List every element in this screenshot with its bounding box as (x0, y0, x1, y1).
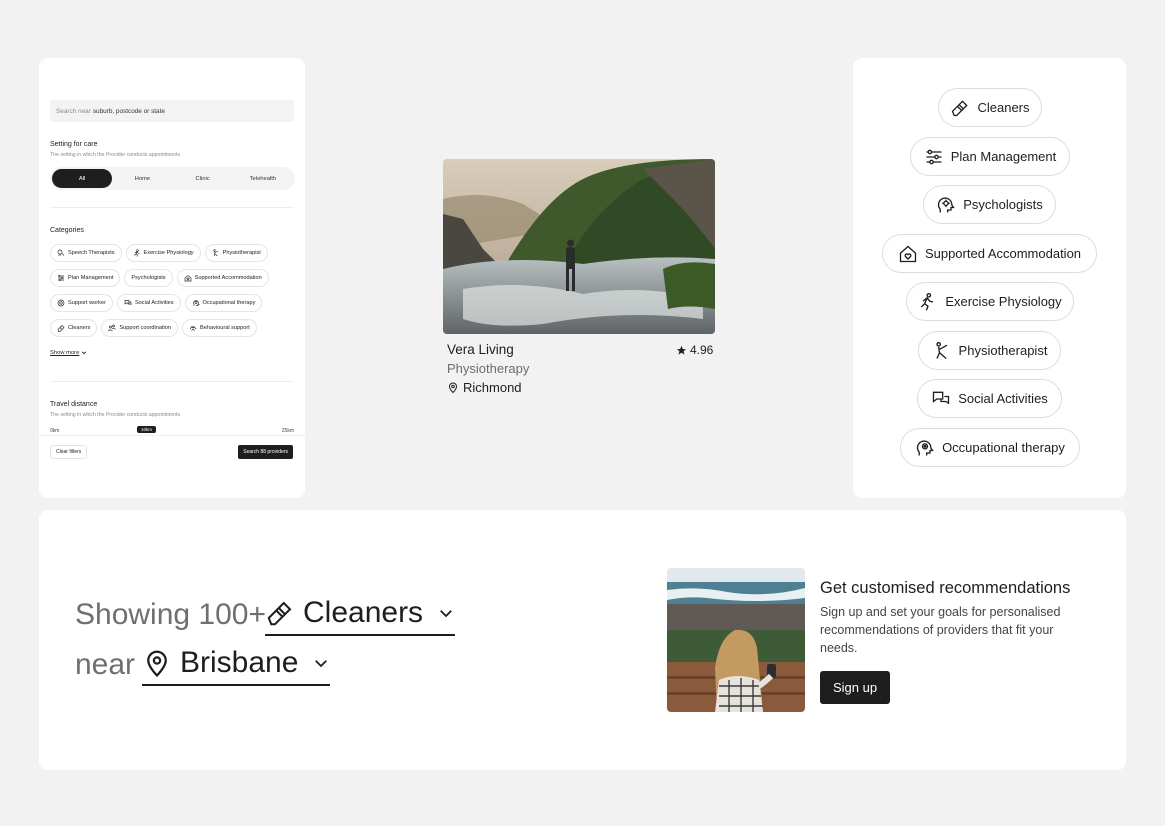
running-person-icon (921, 292, 934, 311)
eraser-icon (267, 601, 292, 626)
chat-bubbles-icon (124, 300, 132, 306)
setting-option-telehealth[interactable]: Telehealth (233, 169, 293, 188)
chip-physiotherapist[interactable]: Physiotherapist (204, 244, 268, 262)
pill-occupational-therapy[interactable]: Occupational therapy (900, 428, 1080, 467)
chip-behavioural-support[interactable]: Behavioural support (182, 319, 257, 337)
location-pin-icon (147, 650, 167, 678)
search-placeholder: Search near (56, 107, 91, 115)
running-person-icon (133, 249, 140, 257)
search-providers-button[interactable]: Search 88 providers (238, 445, 293, 459)
beach-photo (667, 568, 805, 712)
provider-rating: 4.96 (676, 343, 713, 357)
chip-speech-therapists[interactable]: Speech Therapists (50, 244, 122, 262)
promo-body: Sign up and set your goals for personali… (820, 605, 1061, 655)
setting-segmented-control: All Home Clinic Telehealth (50, 167, 295, 190)
people-icon (108, 324, 117, 332)
pill-supported-accommodation[interactable]: Supported Accommodation (882, 234, 1097, 273)
house-heart-icon (899, 245, 917, 262)
promo-title: Get customised recommendations (820, 579, 1071, 597)
near-text: near (75, 648, 136, 681)
chip-supported-accommodation[interactable]: Supported Accommodation (176, 269, 269, 287)
filter-footer: Clear filters Search 88 providers (39, 435, 305, 465)
setting-subtitle: The setting in which the Provider conduc… (50, 152, 181, 158)
location-pin-icon (448, 382, 458, 394)
pill-exercise-physiology[interactable]: Exercise Physiology (906, 282, 1074, 321)
chevron-down-icon (315, 660, 328, 668)
chip-cleaners[interactable]: Cleaners (50, 319, 98, 337)
distance-max-label: 25km (281, 428, 294, 434)
sign-up-button[interactable]: Sign up (820, 671, 891, 704)
clear-filters-button[interactable]: Clear filters (50, 445, 88, 459)
categories-title: Categories (50, 227, 84, 234)
divider (50, 381, 294, 382)
landscape-photo (443, 159, 715, 334)
provider-type: Physiotherapy (447, 361, 530, 376)
promo-photo (667, 568, 805, 712)
pill-psychologists[interactable]: Psychologists (923, 185, 1056, 224)
provider-name[interactable]: Vera Living (447, 342, 514, 357)
head-gear-icon (938, 196, 955, 212)
sliders-icon (926, 149, 942, 164)
search-hint: suburb, postcode or state (92, 107, 165, 115)
chat-bubbles-icon (933, 391, 950, 404)
showing-count-text: Showing 100+ (75, 598, 266, 631)
filter-panel: Search near suburb, postcode or state Se… (39, 58, 305, 498)
chevron-down-icon (440, 610, 452, 618)
setting-title: Setting for care (50, 141, 98, 148)
chip-social-activities[interactable]: Social Activities (116, 294, 181, 312)
star-icon (676, 345, 687, 355)
chip-support-worker[interactable]: Support worker (50, 294, 113, 312)
eraser-icon (57, 325, 65, 332)
head-brain-icon (916, 439, 934, 455)
chip-support-coordination[interactable]: Support coordination (101, 319, 179, 337)
chip-psychologists[interactable]: Psychologists (124, 269, 173, 287)
location-dropdown[interactable]: Brisbane (142, 646, 331, 686)
results-banner: Showing 100+ Cleaners near Brisbane Get (39, 510, 1126, 770)
pill-cleaners[interactable]: Cleaners (938, 88, 1042, 127)
hands-icon (189, 326, 197, 331)
speech-icon (57, 249, 65, 256)
head-brain-icon (192, 300, 200, 306)
support-icon (57, 299, 65, 307)
distance-title: Travel distance (50, 401, 98, 408)
distance-subtitle: The setting in which the Provider conduc… (50, 412, 181, 418)
eraser-icon (952, 99, 969, 116)
provider-location: Richmond (447, 380, 522, 395)
setting-option-home[interactable]: Home (112, 169, 172, 188)
pill-social-activities[interactable]: Social Activities (917, 379, 1062, 418)
house-heart-icon (184, 275, 191, 282)
pill-physiotherapist[interactable]: Physiotherapist (918, 331, 1061, 370)
pill-plan-management[interactable]: Plan Management (910, 137, 1070, 176)
search-input[interactable]: Search near suburb, postcode or state (50, 100, 294, 122)
distance-current-label: 10km (137, 426, 157, 433)
chip-occupational-therapy[interactable]: Occupational therapy (184, 294, 263, 312)
divider (50, 207, 294, 208)
category-pills-panel: Cleaners Plan Management Psychologists S… (853, 58, 1126, 498)
category-dropdown-value: Cleaners (303, 596, 424, 629)
chip-exercise-physiology[interactable]: Exercise Physiology (125, 244, 201, 262)
location-dropdown-value: Brisbane (180, 646, 299, 679)
setting-option-clinic[interactable]: Clinic (173, 169, 233, 188)
sliders-icon (58, 275, 64, 281)
chevron-down-icon (82, 351, 87, 355)
setting-option-all[interactable]: All (52, 169, 113, 188)
category-chip-list: Speech Therapists Exercise Physiology Ph… (50, 244, 296, 344)
category-dropdown[interactable]: Cleaners (265, 596, 456, 636)
stretching-person-icon (935, 341, 947, 359)
stretching-person-icon (212, 249, 218, 257)
show-more-link[interactable]: Show more (50, 350, 87, 356)
provider-photo[interactable] (443, 159, 715, 334)
distance-min-label: 0km (50, 428, 60, 434)
chip-plan-management[interactable]: Plan Management (50, 269, 121, 287)
